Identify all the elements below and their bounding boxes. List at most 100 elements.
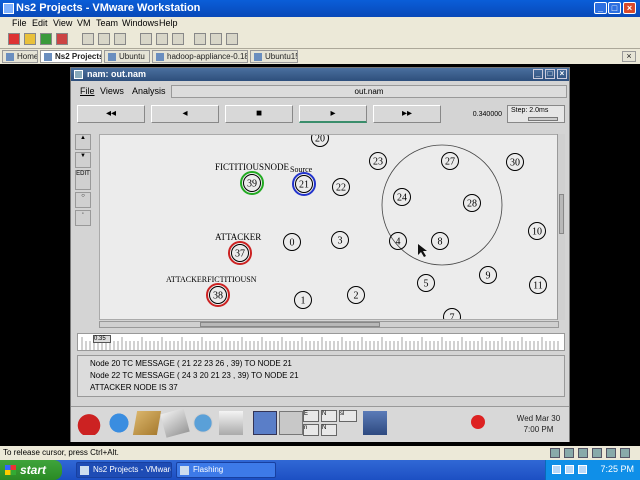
node-21[interactable]: 21 <box>292 172 316 196</box>
window-list-item[interactable]: N <box>321 410 337 422</box>
node-2[interactable]: 2 <box>347 286 365 304</box>
nam-maximize-button[interactable]: □ <box>545 69 555 79</box>
menu-vm[interactable]: VM <box>77 18 91 28</box>
timeline-marker[interactable]: 0.35 <box>93 335 111 343</box>
console-view-icon[interactable] <box>172 33 184 45</box>
device-status-icon[interactable] <box>578 448 588 458</box>
canvas-horizontal-scrollbar[interactable] <box>99 321 559 328</box>
node-9[interactable]: 9 <box>479 266 497 284</box>
device-status-icon[interactable] <box>606 448 616 458</box>
menu-edit[interactable]: Edit <box>32 18 48 28</box>
tab-ubuntu15[interactable]: Ubuntu15 <box>250 50 298 63</box>
fast-forward-button[interactable]: ▸▸ <box>373 105 441 123</box>
nam-minimize-button[interactable]: _ <box>533 69 543 79</box>
node-1[interactable]: 1 <box>294 291 312 309</box>
nam-menu-views[interactable]: Views <box>100 86 124 96</box>
printer-icon[interactable] <box>219 411 243 435</box>
node-20[interactable]: 20 <box>311 135 329 147</box>
rewind-button[interactable]: ◂◂ <box>77 105 145 123</box>
tab-home[interactable]: Home <box>2 50 38 63</box>
snapshot-icon[interactable] <box>82 33 94 45</box>
guest-clock[interactable]: Wed Mar 30 7:00 PM <box>511 413 566 435</box>
node-11[interactable]: 11 <box>529 276 547 294</box>
nam-menu-file[interactable]: File <box>80 86 95 96</box>
taskbar-item-flashing[interactable]: Flashing <box>176 462 276 478</box>
device-status-icon[interactable] <box>550 448 560 458</box>
browser-globe-icon[interactable] <box>107 411 131 435</box>
window-list-item[interactable]: n <box>303 424 319 436</box>
network-canvas[interactable]: FICTITIOUSNODE Source ATTACKER ATTACKERF… <box>99 134 561 320</box>
step-slider[interactable] <box>528 117 558 121</box>
play-button[interactable]: ▸ <box>299 105 367 123</box>
workspace-1-icon[interactable] <box>253 411 277 435</box>
stop-button[interactable]: ■ <box>225 105 293 123</box>
horizontal-scroll-thumb[interactable] <box>200 322 380 327</box>
window-list-item[interactable]: E <box>303 410 319 422</box>
node-7[interactable]: 7 <box>443 308 461 321</box>
step-back-button[interactable]: ◂ <box>151 105 219 123</box>
edit-tool-button[interactable]: EDIT <box>75 170 91 190</box>
node-28[interactable]: 28 <box>463 194 481 212</box>
workspace-2-icon[interactable] <box>279 411 303 435</box>
menu-view[interactable]: View <box>53 18 72 28</box>
alert-icon[interactable] <box>471 415 485 429</box>
taskbar-item-vmware[interactable]: Ns2 Projects - VMware... <box>76 462 172 478</box>
close-tab-button[interactable]: × <box>622 51 636 62</box>
step-control[interactable]: Step: 2.0ms <box>507 105 565 123</box>
tray-icon[interactable] <box>578 465 587 474</box>
window-list-item[interactable]: sl <box>339 410 357 422</box>
power-on-icon[interactable] <box>40 33 52 45</box>
start-button[interactable]: start <box>0 460 62 480</box>
tab-ubuntu[interactable]: Ubuntu <box>104 50 150 63</box>
close-button[interactable]: × <box>623 2 636 14</box>
quick-switch-icon[interactable] <box>156 33 168 45</box>
tab-ns2-projects[interactable]: Ns2 Projects <box>40 50 102 63</box>
revert-icon[interactable] <box>98 33 110 45</box>
menu-windows[interactable]: Windows <box>122 18 159 28</box>
node-23[interactable]: 23 <box>369 152 387 170</box>
menu-file[interactable]: File <box>12 18 27 28</box>
full-screen-icon[interactable] <box>194 33 206 45</box>
mail-icon[interactable] <box>132 411 162 435</box>
node-5[interactable]: 5 <box>417 274 435 292</box>
unity-icon[interactable] <box>210 33 222 45</box>
timeline-bar[interactable]: 0.35 <box>77 333 565 351</box>
presentation-icon[interactable] <box>191 411 215 435</box>
node-27[interactable]: 27 <box>441 152 459 170</box>
terminal-icon[interactable] <box>363 411 387 435</box>
nam-close-button[interactable]: × <box>557 69 567 79</box>
device-status-icon[interactable] <box>592 448 602 458</box>
tab-hadoop-appliance[interactable]: hadoop-appliance-0.18.0 <box>152 50 248 63</box>
minimize-button[interactable]: _ <box>594 2 607 14</box>
sidebar-icon[interactable] <box>140 33 152 45</box>
node-8[interactable]: 8 <box>431 232 449 250</box>
node-30[interactable]: 30 <box>506 153 524 171</box>
device-status-icon[interactable] <box>564 448 574 458</box>
reset-icon[interactable] <box>56 33 68 45</box>
link-tool-icon[interactable]: ◦ <box>75 210 91 226</box>
maximize-button[interactable]: □ <box>608 2 621 14</box>
power-off-icon[interactable] <box>8 33 20 45</box>
zoom-in-icon[interactable]: ▲ <box>75 134 91 150</box>
node-10[interactable]: 10 <box>528 222 546 240</box>
window-list-item[interactable]: N <box>321 424 337 436</box>
editor-icon[interactable] <box>160 408 190 438</box>
menu-help[interactable]: Help <box>159 18 178 28</box>
menu-team[interactable]: Team <box>96 18 118 28</box>
vertical-scroll-thumb[interactable] <box>559 194 564 234</box>
node-4[interactable]: 4 <box>389 232 407 250</box>
node-38[interactable]: 38 <box>206 283 230 307</box>
canvas-vertical-scrollbar[interactable] <box>557 134 565 320</box>
tray-icon[interactable] <box>565 465 574 474</box>
redhat-menu-icon[interactable] <box>75 411 103 435</box>
node-22[interactable]: 22 <box>332 178 350 196</box>
nam-menu-analysis[interactable]: Analysis <box>132 86 166 96</box>
snapshot-manager-icon[interactable] <box>114 33 126 45</box>
zoom-out-icon[interactable]: ▼ <box>75 152 91 168</box>
node-3[interactable]: 3 <box>331 231 349 249</box>
tray-icon[interactable] <box>552 465 561 474</box>
device-status-icon[interactable] <box>620 448 630 458</box>
node-tool-icon[interactable]: ○ <box>75 192 91 208</box>
thumbnail-icon[interactable] <box>226 33 238 45</box>
node-37[interactable]: 37 <box>228 241 252 265</box>
